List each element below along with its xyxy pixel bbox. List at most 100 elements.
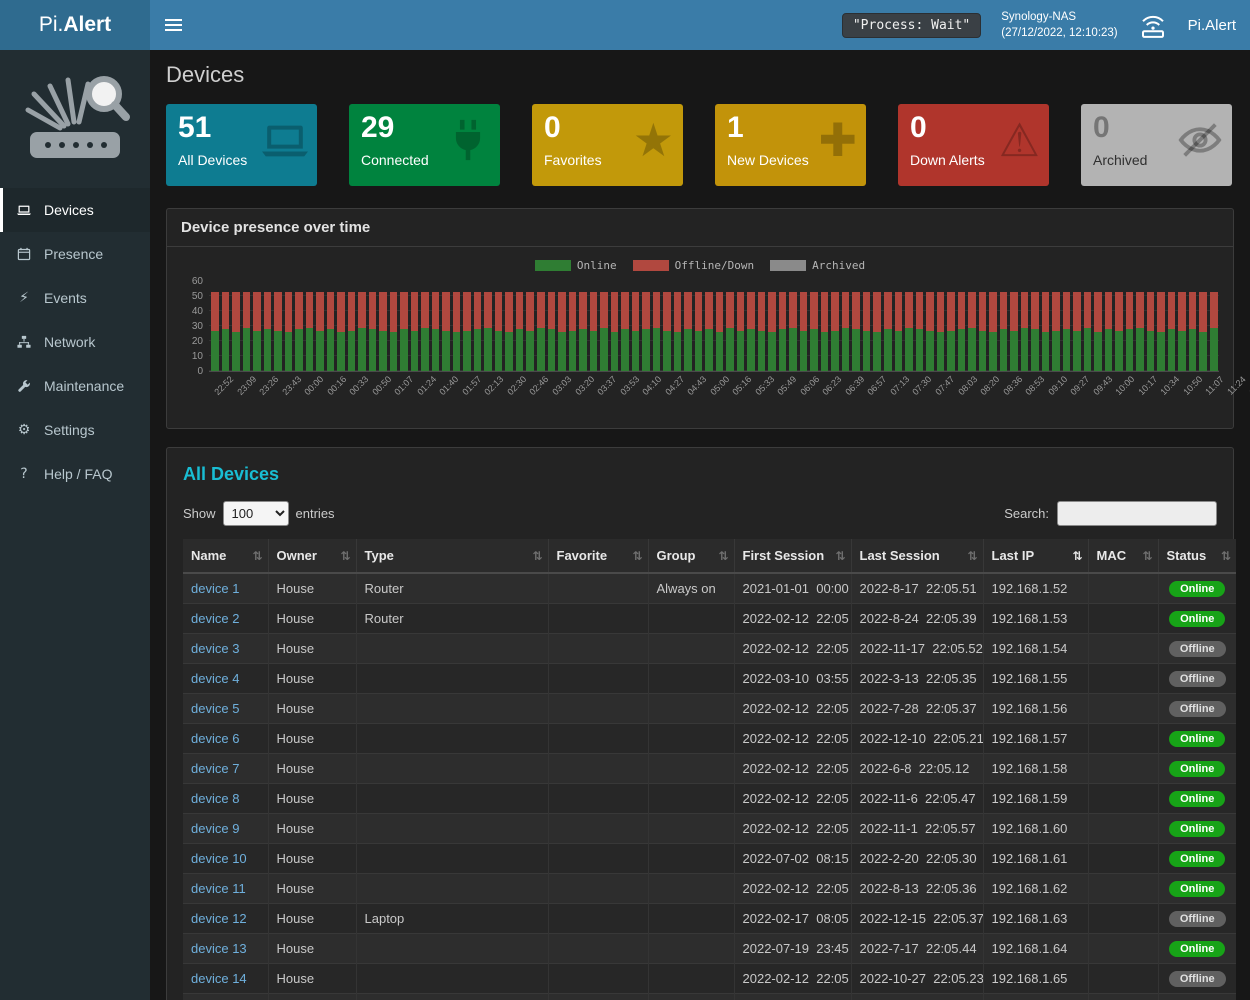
search-input[interactable]: [1057, 501, 1217, 526]
status-badge: Offline: [1169, 911, 1226, 927]
table-cell: 2022-02-12 22:05: [734, 814, 851, 844]
column-header-type[interactable]: Type⇅: [356, 539, 548, 573]
sidebar-item-maintenance[interactable]: Maintenance: [0, 364, 150, 408]
laptop-icon: [262, 117, 308, 170]
table-cell: House: [268, 904, 356, 934]
table-cell: [548, 784, 648, 814]
device-link[interactable]: device 4: [191, 671, 239, 686]
brand-alert: Alert: [63, 13, 111, 36]
device-link[interactable]: device 7: [191, 761, 239, 776]
column-header-status[interactable]: Status⇅: [1158, 539, 1236, 573]
chart-bar: [810, 292, 818, 372]
device-link[interactable]: device 5: [191, 701, 239, 716]
table-cell: device 8: [183, 784, 268, 814]
sidebar-item-presence[interactable]: Presence: [0, 232, 150, 276]
table-cell: 192.168.1.55: [983, 664, 1088, 694]
column-header-first-session[interactable]: First Session⇅: [734, 539, 851, 573]
chart-bar: [442, 292, 450, 372]
sidebar-item-network[interactable]: Network: [0, 320, 150, 364]
column-header-last-session[interactable]: Last Session⇅: [851, 539, 983, 573]
table-cell: House: [268, 634, 356, 664]
device-link[interactable]: device 9: [191, 821, 239, 836]
sidebar-item-devices[interactable]: Devices: [0, 188, 150, 232]
column-header-last-ip[interactable]: Last IP⇅: [983, 539, 1088, 573]
sort-icon: ⇅: [835, 549, 845, 563]
device-link[interactable]: device 10: [191, 851, 247, 866]
bolt-icon: ⚡: [15, 290, 33, 306]
device-link[interactable]: device 1: [191, 581, 239, 596]
device-link[interactable]: device 11: [191, 881, 246, 896]
sidebar-item-label: Events: [44, 290, 87, 306]
sidebar-toggle-button[interactable]: [150, 0, 196, 50]
table-cell: 192.168.1.54: [983, 634, 1088, 664]
table-cell: device 5: [183, 694, 268, 724]
card-archived[interactable]: 0Archived: [1081, 104, 1232, 186]
chart-bar: [316, 292, 324, 372]
column-header-favorite[interactable]: Favorite⇅: [548, 539, 648, 573]
chart-bar: [1031, 292, 1039, 372]
chart-bar: [484, 292, 492, 372]
table-cell: 2022-02-12 22:05: [734, 994, 851, 1000]
chart-bar: [1136, 292, 1144, 372]
card-down-alerts[interactable]: 0Down Alerts⚠: [898, 104, 1049, 186]
chart-bar: [1010, 292, 1018, 372]
brand-pi: Pi.: [39, 13, 64, 36]
chart-bar: [831, 292, 839, 372]
chart-bar: [264, 292, 272, 372]
entries-select[interactable]: 100: [223, 501, 289, 526]
device-link[interactable]: device 14: [191, 971, 247, 986]
chart-bar: [253, 292, 261, 372]
table-cell: [648, 874, 734, 904]
table-cell: Online: [1158, 844, 1236, 874]
device-link[interactable]: device 3: [191, 641, 239, 656]
status-badge: Offline: [1169, 671, 1226, 687]
column-header-label: Last IP: [992, 548, 1035, 563]
table-cell: [548, 964, 648, 994]
table-cell: 2022-11-1 22:05.57: [851, 814, 983, 844]
device-link[interactable]: device 6: [191, 731, 239, 746]
device-link[interactable]: device 12: [191, 911, 247, 926]
card-favorites[interactable]: 0Favorites★: [532, 104, 683, 186]
card-connected[interactable]: 29Connected: [349, 104, 500, 186]
chart-bar: [537, 292, 545, 372]
table-row: device 4House2022-03-10 03:552022-3-13 2…: [183, 664, 1236, 694]
table-cell: House: [268, 874, 356, 904]
table-cell: 2022-07-02 08:15: [734, 844, 851, 874]
table-cell: 2022-2-20 22:05.30: [851, 844, 983, 874]
column-header-label: Status: [1167, 548, 1207, 563]
device-link[interactable]: device 2: [191, 611, 239, 626]
summary-cards: 51All Devices 29Connected 0Favorites★ 1New …: [166, 104, 1234, 186]
table-cell: 192.168.1.57: [983, 724, 1088, 754]
chart-bar: [243, 292, 251, 372]
sidebar-item-settings[interactable]: ⚙Settings: [0, 408, 150, 452]
card-all-devices[interactable]: 51All Devices: [166, 104, 317, 186]
sort-icon: ⇅: [1142, 549, 1152, 563]
table-cell: 2022-7-4 22:05.58: [851, 994, 983, 1000]
column-header-group[interactable]: Group⇅: [648, 539, 734, 573]
legend-label: Offline/Down: [675, 259, 754, 272]
card-new-devices[interactable]: 1New Devices✚: [715, 104, 866, 186]
chart-y-axis: 6050403020100: [181, 282, 209, 372]
device-link[interactable]: device 13: [191, 941, 247, 956]
table-cell: device 6: [183, 724, 268, 754]
device-link[interactable]: device 8: [191, 791, 239, 806]
chart-bar: [1157, 292, 1165, 372]
column-header-name[interactable]: Name⇅: [183, 539, 268, 573]
sidebar-item-help-faq[interactable]: ?Help / FAQ: [0, 452, 150, 496]
table-row: device 1HouseRouterAlways on2021-01-01 0…: [183, 573, 1236, 604]
table-cell: 2022-7-17 22:05.44: [851, 934, 983, 964]
table-cell: [648, 964, 734, 994]
chart-bar: [968, 292, 976, 372]
sort-icon: ⇅: [718, 549, 728, 563]
navbar-app-name: Pi.Alert: [1188, 17, 1236, 34]
table-cell: [1088, 573, 1158, 604]
chart-bar: [1084, 292, 1092, 372]
table-cell: 2022-12-15 22:05.37: [851, 904, 983, 934]
table-cell: device 13: [183, 934, 268, 964]
column-header-owner[interactable]: Owner⇅: [268, 539, 356, 573]
pialert-logo-graphic: [0, 50, 150, 188]
table-cell: 2022-02-12 22:05: [734, 724, 851, 754]
sidebar-item-events[interactable]: ⚡ Events: [0, 276, 150, 320]
table-cell: 192.168.1.60: [983, 814, 1088, 844]
column-header-mac[interactable]: MAC⇅: [1088, 539, 1158, 573]
